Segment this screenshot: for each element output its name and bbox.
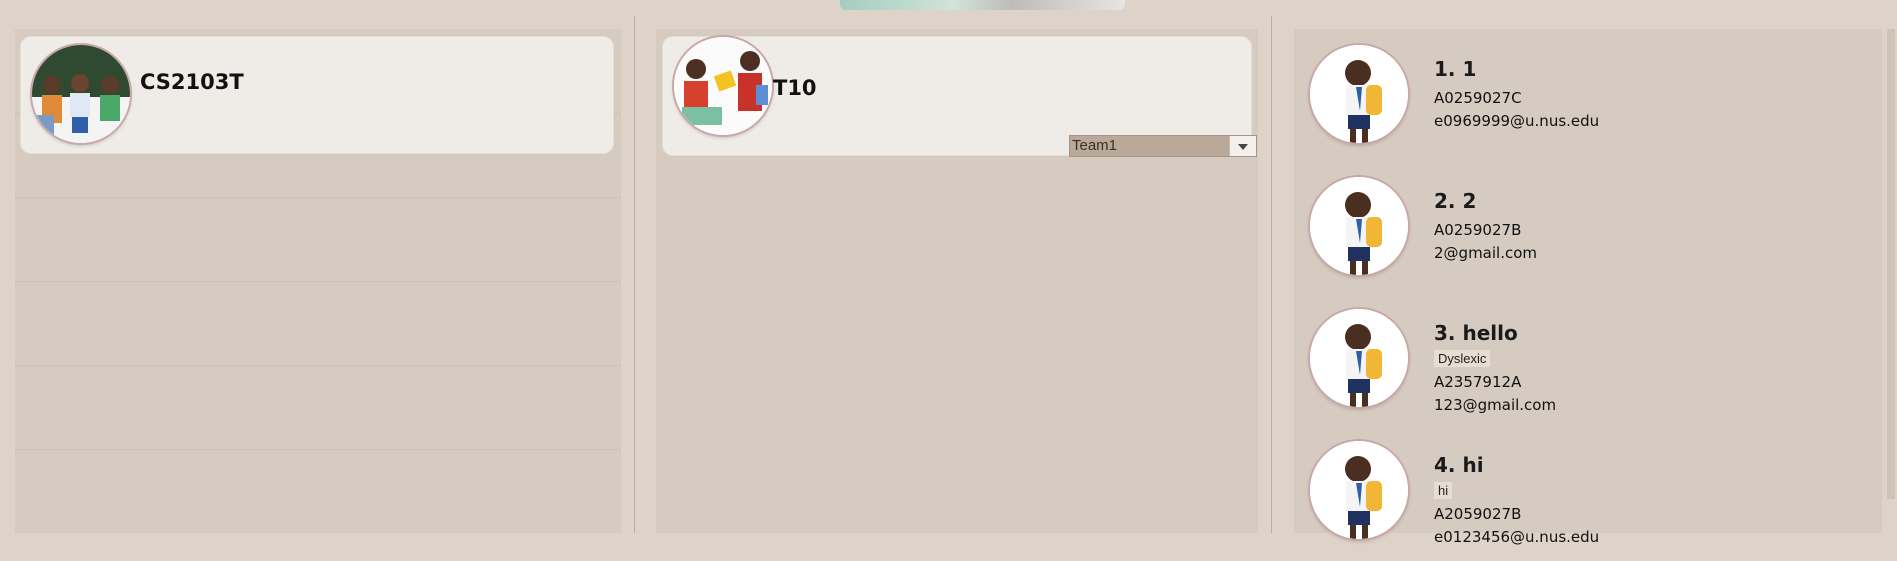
list-separator [15,365,621,366]
student-with-backpack-avatar [1310,177,1408,275]
team-select-value: Team1 [1072,137,1118,154]
module-list-panel: CS2103T [15,29,621,533]
team-card[interactable]: T10 Team1 [663,37,1257,157]
student-list-scrollbar[interactable] [1887,29,1895,499]
student-with-backpack-avatar [1310,45,1408,143]
student-email: 123@gmail.com [1434,396,1557,414]
module-card[interactable]: CS2103T [21,37,613,153]
dropdown-button[interactable] [1229,136,1256,156]
chevron-down-icon [1238,144,1248,150]
team-list-panel: T10 Team1 [656,29,1258,533]
panel-divider[interactable] [1271,16,1272,533]
student-tag: hi [1434,482,1453,499]
student-card[interactable]: 1. 1 A0259027C e0969999@u.nus.edu [1310,45,1870,165]
list-separator [15,281,621,282]
student-header: 2. 2 [1434,189,1477,213]
student-card[interactable]: 4. hi hi A2059027B e0123456@u.nus.edu [1310,441,1870,561]
team-students-avatar [674,37,772,135]
student-header: 4. hi [1434,453,1484,477]
student-matric: A2357912A [1434,373,1522,391]
team-name: T10 [773,76,817,100]
panel-divider[interactable] [634,16,635,533]
student-header: 3. hello [1434,321,1518,345]
student-header: 1. 1 [1434,57,1477,81]
student-email: 2@gmail.com [1434,244,1538,262]
module-code: CS2103T [140,70,244,94]
student-with-backpack-avatar [1310,441,1408,539]
student-with-backpack-avatar [1310,309,1408,407]
student-email: e0969999@u.nus.edu [1434,112,1600,130]
list-separator [15,449,621,450]
student-tag: Dyslexic [1434,350,1491,367]
student-matric: A2059027B [1434,505,1522,523]
top-banner-strip [840,0,1125,10]
list-separator [15,197,621,198]
student-matric: A0259027B [1434,221,1522,239]
student-matric: A0259027C [1434,89,1522,107]
team-select-dropdown[interactable]: Team1 [1069,135,1257,157]
teachers-class-avatar [32,45,130,143]
student-card[interactable]: 2. 2 A0259027B 2@gmail.com [1310,177,1870,297]
student-email: e0123456@u.nus.edu [1434,528,1600,546]
student-card[interactable]: 3. hello Dyslexic A2357912A 123@gmail.co… [1310,309,1870,429]
student-list-panel: 1. 1 A0259027C e0969999@u.nus.edu 2. 2 A… [1294,29,1882,546]
